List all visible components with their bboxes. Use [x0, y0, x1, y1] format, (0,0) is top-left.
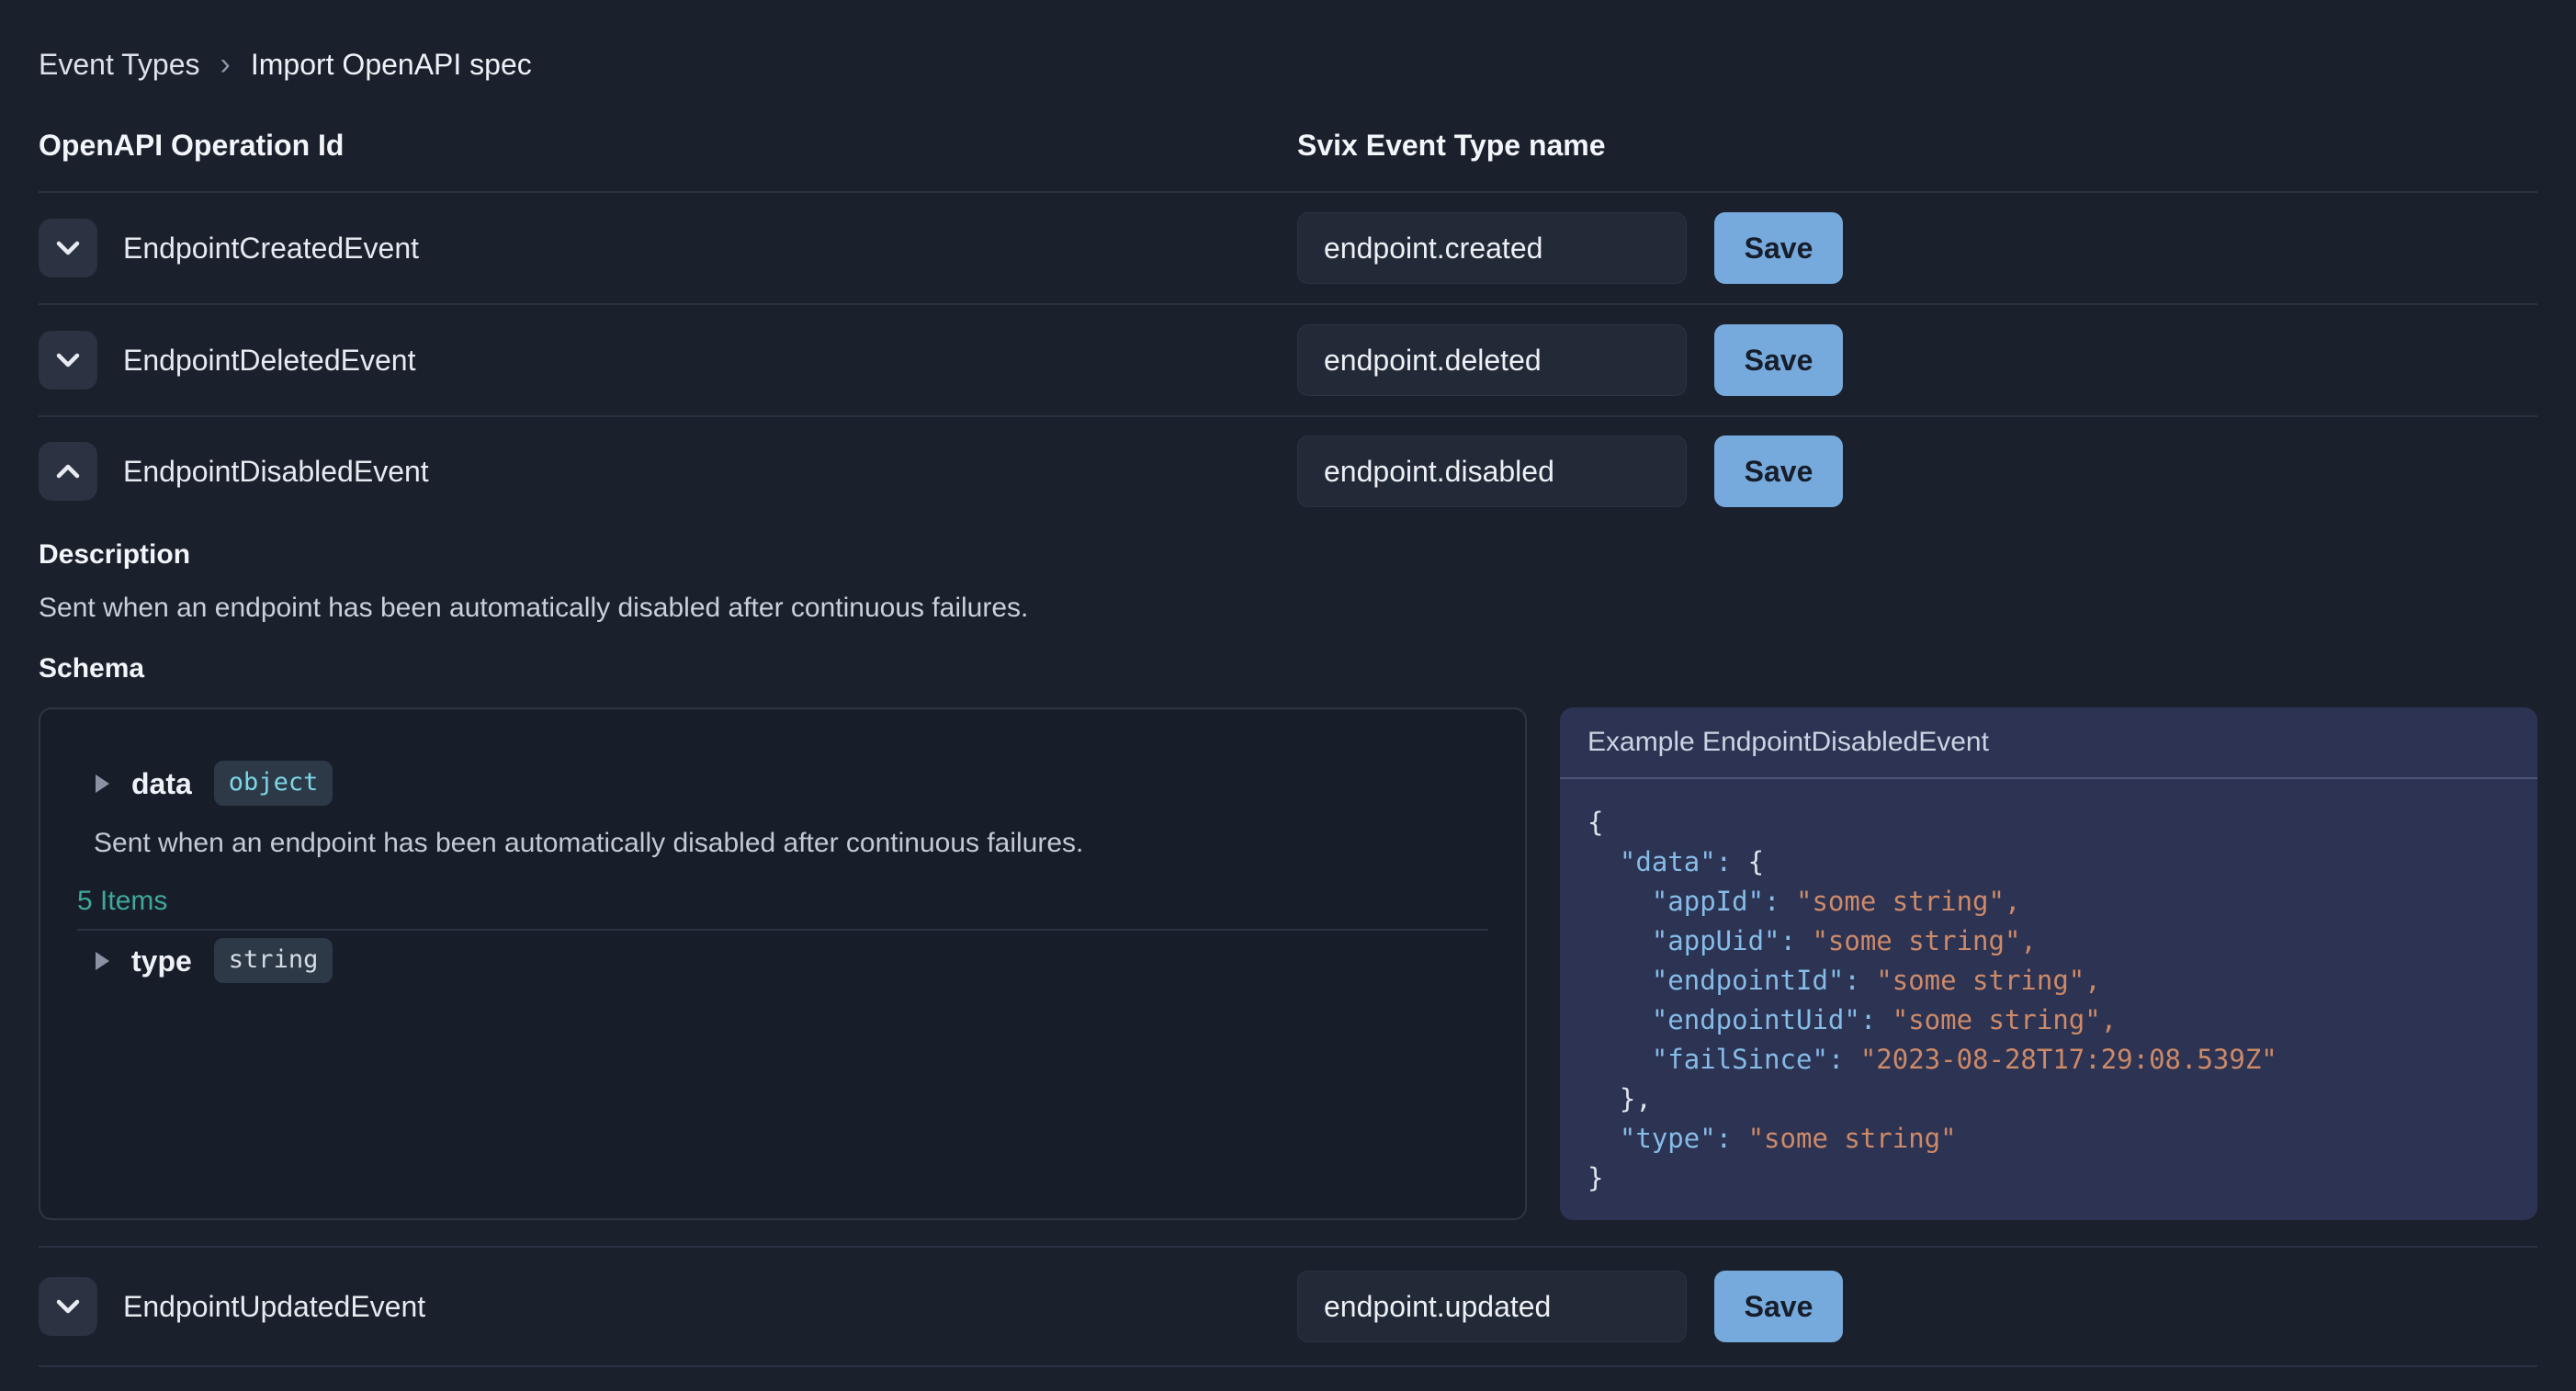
- row-left-cell: EndpointDeletedEvent: [39, 331, 1297, 390]
- chevron-down-icon: [54, 1297, 82, 1316]
- description-text: Sent when an endpoint has been automatic…: [39, 592, 2537, 625]
- event-row-endpoint-disabled: EndpointDisabledEvent Save Description S…: [39, 417, 2537, 1248]
- schema-divider: [77, 929, 1488, 931]
- schema-and-example-panels: data object Sent when an endpoint has be…: [39, 707, 2537, 1220]
- event-row-endpoint-updated: EndpointUpdatedEvent Save: [39, 1248, 2537, 1367]
- expand-property-icon: [96, 775, 109, 793]
- column-header-operation-id: OpenAPI Operation Id: [39, 127, 1297, 164]
- row-right-cell: Save: [1297, 435, 2537, 507]
- save-button[interactable]: Save: [1714, 212, 1843, 284]
- event-type-name-input[interactable]: [1297, 435, 1687, 507]
- property-name: type: [131, 939, 192, 983]
- operation-id-label: EndpointCreatedEvent: [123, 232, 419, 266]
- description-heading: Description: [39, 538, 2537, 571]
- breadcrumb-event-types-link[interactable]: Event Types: [39, 46, 200, 83]
- property-type-badge: string: [214, 938, 333, 983]
- breadcrumb: Event Types › Import OpenAPI spec: [39, 0, 2537, 83]
- expand-row-button[interactable]: [39, 331, 97, 390]
- operation-id-label: EndpointDisabledEvent: [123, 455, 429, 489]
- chevron-up-icon: [54, 462, 82, 481]
- event-type-name-input[interactable]: [1297, 324, 1687, 396]
- row-right-cell: Save: [1297, 324, 2537, 396]
- row-left-cell: EndpointUpdatedEvent: [39, 1277, 1297, 1336]
- import-openapi-page: Event Types › Import OpenAPI spec OpenAP…: [0, 0, 2576, 1367]
- property-name: data: [131, 762, 192, 806]
- schema-property-data[interactable]: data object: [77, 761, 1488, 806]
- example-panel-title: Example EndpointDisabledEvent: [1560, 707, 2537, 779]
- save-button[interactable]: Save: [1714, 435, 1843, 507]
- schema-property-type[interactable]: type string: [77, 938, 1488, 983]
- event-row-endpoint-created: EndpointCreatedEvent Save: [39, 193, 2537, 305]
- column-header-event-type: Svix Event Type name: [1297, 127, 2537, 164]
- operation-id-label: EndpointDeletedEvent: [123, 344, 415, 378]
- row-details: Description Sent when an endpoint has be…: [39, 538, 2537, 1220]
- operation-id-label: EndpointUpdatedEvent: [123, 1290, 425, 1324]
- example-panel: Example EndpointDisabledEvent { "data": …: [1560, 707, 2537, 1220]
- event-row-endpoint-deleted: EndpointDeletedEvent Save: [39, 305, 2537, 417]
- expand-row-button[interactable]: [39, 1277, 97, 1336]
- breadcrumb-separator-icon: ›: [220, 46, 231, 83]
- row-right-cell: Save: [1297, 1271, 2537, 1342]
- save-button[interactable]: Save: [1714, 324, 1843, 396]
- property-description: Sent when an endpoint has been automatic…: [94, 826, 1488, 861]
- row-right-cell: Save: [1297, 212, 2537, 284]
- row-left-cell: EndpointCreatedEvent: [39, 219, 1297, 277]
- collapse-row-button[interactable]: [39, 442, 97, 501]
- row-left-cell: EndpointDisabledEvent: [39, 442, 1297, 501]
- example-json-code: { "data": { "appId": "some string", "app…: [1560, 779, 2537, 1220]
- schema-panel: data object Sent when an endpoint has be…: [39, 707, 1527, 1220]
- row-main: EndpointDisabledEvent Save: [39, 417, 2537, 526]
- event-type-name-input[interactable]: [1297, 212, 1687, 284]
- column-headers: OpenAPI Operation Id Svix Event Type nam…: [39, 127, 2537, 193]
- expand-property-icon: [96, 952, 109, 970]
- event-type-name-input[interactable]: [1297, 1271, 1687, 1342]
- chevron-down-icon: [54, 351, 82, 369]
- property-items-count: 5 Items: [77, 885, 1488, 918]
- schema-heading: Schema: [39, 652, 2537, 685]
- property-type-badge: object: [214, 761, 333, 806]
- save-button[interactable]: Save: [1714, 1271, 1843, 1342]
- breadcrumb-current-page: Import OpenAPI spec: [251, 46, 532, 83]
- expand-row-button[interactable]: [39, 219, 97, 277]
- chevron-down-icon: [54, 239, 82, 257]
